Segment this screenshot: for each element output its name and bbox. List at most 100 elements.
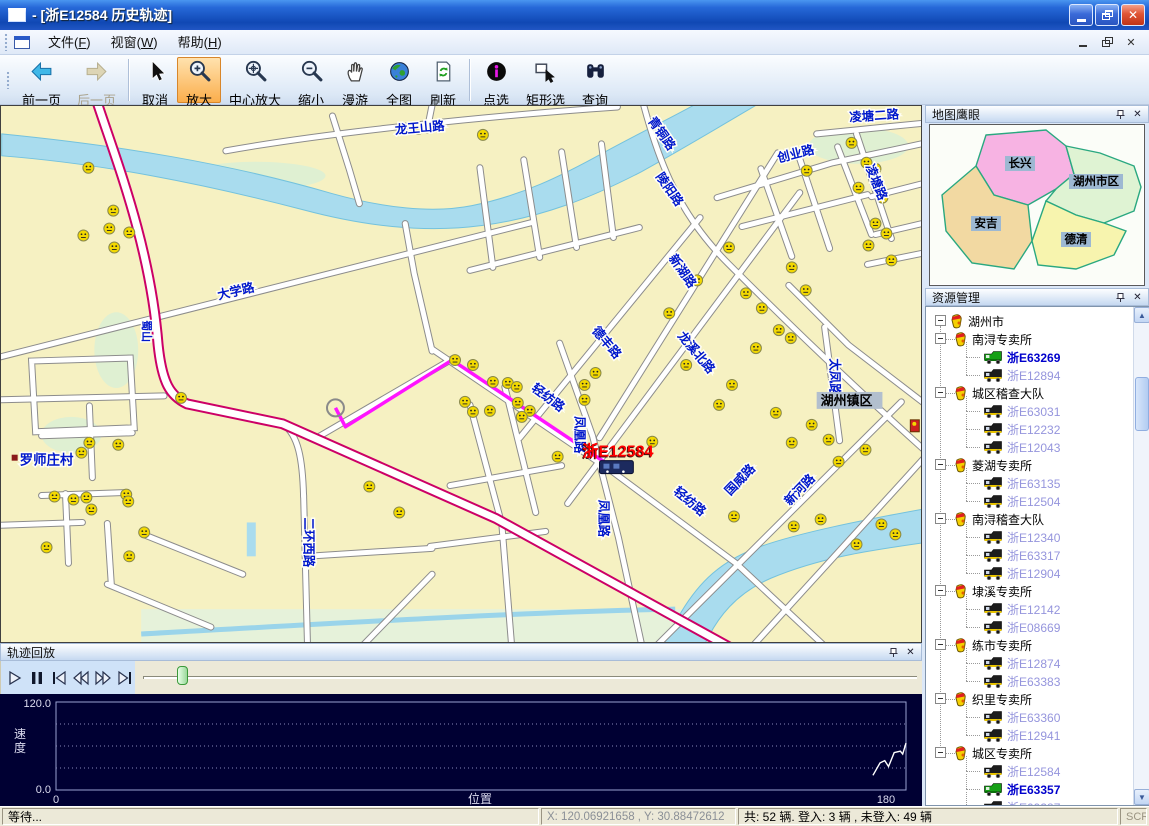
tree-item-vehicle[interactable]: 浙E12504 (983, 492, 1060, 510)
point-select-button[interactable]: 点选 (474, 57, 518, 103)
tree-item-vehicle[interactable]: 浙E63031 (983, 402, 1060, 420)
vehicle-marker-smiley[interactable] (786, 262, 797, 273)
next-page-button[interactable]: 后一页 (69, 57, 124, 103)
vehicle-marker-smiley[interactable] (886, 255, 897, 266)
tree-item-vehicle[interactable]: 浙E12941 (983, 726, 1060, 744)
menubar-grip[interactable] (4, 33, 8, 51)
vehicle-marker-smiley[interactable] (579, 394, 590, 405)
tree-item-vehicle[interactable]: 浙E63269 (983, 348, 1060, 366)
vehicle-marker-smiley[interactable] (108, 205, 119, 216)
restore-button[interactable] (1095, 4, 1119, 26)
tree-item-vehicle[interactable]: 浙E12232 (983, 420, 1060, 438)
vehicle-marker-smiley[interactable] (714, 399, 725, 410)
skip-end-button[interactable] (115, 668, 135, 688)
scroll-down-button[interactable]: ▼ (1134, 789, 1149, 805)
vehicle-marker-smiley[interactable] (83, 162, 94, 173)
tree-expander[interactable] (935, 387, 946, 398)
close-button[interactable]: ✕ (1121, 4, 1145, 26)
tree-expander[interactable] (935, 315, 946, 326)
map-viewport[interactable]: 龙王山路青铜路陵阳路创业路凌塘二路凌塘路新湖路大学路德丰路龙溪北路轻纺路轻纺路凤… (0, 105, 922, 643)
vehicle-marker-smiley[interactable] (364, 481, 375, 492)
vehicle-marker-smiley[interactable] (477, 129, 488, 140)
vehicle-marker-smiley[interactable] (84, 437, 95, 448)
vehicle-marker-smiley[interactable] (487, 376, 498, 387)
tree-item-vehicle[interactable]: 浙E12894 (983, 366, 1060, 384)
tree-item-vehicle[interactable]: 浙E09387 (983, 798, 1060, 805)
tree-item-vehicle[interactable]: 浙E63357 (983, 780, 1060, 798)
vehicle-marker-smiley[interactable] (863, 240, 874, 251)
vehicle-marker-smiley[interactable] (124, 551, 135, 562)
tree-item-vehicle[interactable]: 浙E12142 (983, 600, 1060, 618)
prev-page-button[interactable]: 前一页 (14, 57, 69, 103)
tree-expander[interactable] (935, 513, 946, 524)
tree-item-vehicle[interactable]: 浙E63383 (983, 672, 1060, 690)
vehicle-marker-smiley[interactable] (78, 230, 89, 241)
vehicle-marker-smiley[interactable] (123, 496, 134, 507)
query-button[interactable]: 查询 (573, 57, 617, 103)
playback-slider-track[interactable] (143, 676, 917, 679)
vehicle-marker-smiley[interactable] (851, 539, 862, 550)
skip-start-button[interactable] (49, 668, 69, 688)
vehicle-marker-smiley[interactable] (124, 227, 135, 238)
vehicle-marker-smiley[interactable] (815, 514, 826, 525)
vehicle-marker-smiley[interactable] (870, 218, 881, 229)
menu-item-W[interactable]: 视窗(W) (101, 32, 168, 53)
tree-expander[interactable] (935, 333, 946, 344)
document-icon[interactable] (14, 36, 30, 49)
tree-expander[interactable] (935, 747, 946, 758)
rewind-button[interactable] (71, 668, 91, 688)
play-button[interactable] (5, 668, 25, 688)
vehicle-marker-smiley[interactable] (786, 437, 797, 448)
close-icon[interactable]: ✕ (904, 646, 917, 659)
vehicle-marker-smiley[interactable] (724, 242, 735, 253)
vehicle-marker-smiley[interactable] (552, 451, 563, 462)
vehicle-tree[interactable]: 湖州市南浔专卖所浙E63269浙E12894城区稽查大队浙E63031浙E122… (927, 308, 1131, 805)
vehicle-marker-smiley[interactable] (49, 491, 60, 502)
vehicle-marker-smiley[interactable] (86, 504, 97, 515)
vehicle-marker-smiley[interactable] (579, 379, 590, 390)
vehicle-marker-smiley[interactable] (740, 288, 751, 299)
vehicle-marker-smiley[interactable] (511, 381, 522, 392)
tree-item-group[interactable]: 练市专卖所 (953, 636, 1032, 654)
vehicle-marker-smiley[interactable] (846, 137, 857, 148)
vehicle-marker-smiley[interactable] (450, 355, 461, 366)
rect-select-button[interactable]: 矩形选 (518, 57, 573, 103)
close-icon[interactable]: ✕ (1131, 108, 1144, 121)
child-minimize-button[interactable] (1075, 35, 1091, 50)
vehicle-marker-smiley[interactable] (800, 285, 811, 296)
tree-expander[interactable] (935, 639, 946, 650)
vehicle-marker-smiley[interactable] (516, 411, 527, 422)
pin-icon[interactable] (1114, 291, 1127, 304)
tree-item-vehicle[interactable]: 浙E08669 (983, 618, 1060, 636)
vehicle-marker-smiley[interactable] (770, 407, 781, 418)
vehicle-marker-smiley[interactable] (823, 434, 834, 445)
vehicle-marker-smiley[interactable] (806, 419, 817, 430)
vehicle-marker-smiley[interactable] (853, 182, 864, 193)
vehicle-marker-smiley[interactable] (785, 333, 796, 344)
fast-forward-button[interactable] (93, 668, 113, 688)
vehicle-marker-smiley[interactable] (104, 223, 115, 234)
overview-map[interactable]: 长兴湖州市区安吉德清 (929, 124, 1145, 286)
tree-expander[interactable] (935, 585, 946, 596)
tree-item-vehicle[interactable]: 浙E12584 (983, 762, 1060, 780)
tree-item-vehicle[interactable]: 浙E63135 (983, 474, 1060, 492)
vehicle-marker-smiley[interactable] (113, 439, 124, 450)
vehicle-marker-smiley[interactable] (860, 444, 871, 455)
tree-expander[interactable] (935, 693, 946, 704)
tree-item-group[interactable]: 菱湖专卖所 (953, 456, 1032, 474)
vehicle-marker-smiley[interactable] (773, 325, 784, 336)
vehicle-marker-smiley[interactable] (590, 368, 601, 379)
vehicle-marker-smiley[interactable] (81, 492, 92, 503)
zoom-in-button[interactable]: 放大 (177, 57, 221, 103)
menu-item-H[interactable]: 帮助(H) (168, 32, 232, 53)
vehicle-marker-smiley[interactable] (801, 165, 812, 176)
tracked-vehicle-bus[interactable] (599, 461, 633, 474)
refresh-button[interactable]: 刷新 (421, 57, 465, 103)
tree-item-vehicle[interactable]: 浙E63317 (983, 546, 1060, 564)
tree-expander[interactable] (935, 459, 946, 470)
minimize-button[interactable] (1069, 4, 1093, 26)
vehicle-marker-smiley[interactable] (750, 343, 761, 354)
vehicle-marker-smiley[interactable] (460, 396, 471, 407)
cancel-button[interactable]: 取消 (133, 57, 177, 103)
tree-item-vehicle[interactable]: 浙E12043 (983, 438, 1060, 456)
